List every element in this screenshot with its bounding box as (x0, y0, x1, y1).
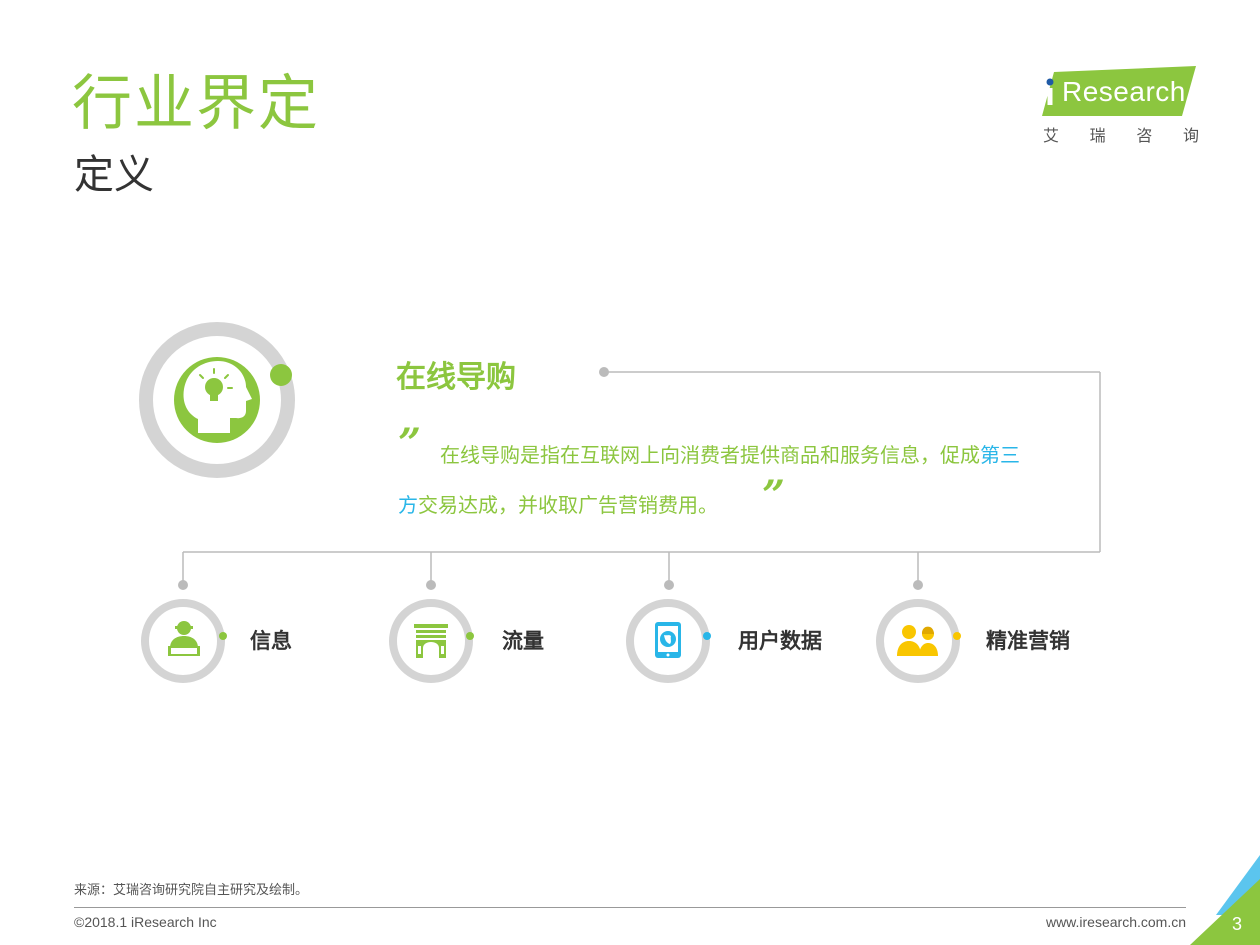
source-note: 来源：艾瑞咨询研究院自主研究及绘制。 (74, 883, 309, 898)
definition-highlight: 第三 (980, 443, 1020, 467)
copyright-text: ©2018.1 iResearch Inc (74, 914, 217, 930)
item-label-info: 信息 (250, 629, 292, 653)
head-lightbulb-icon (139, 322, 295, 478)
definition-text-line-2: 方交易达成，并收取广告营销费用。 (398, 492, 718, 518)
item-label-traffic: 流量 (502, 629, 544, 653)
definition-text: 交易达成，并收取广告营销费用。 (418, 493, 718, 517)
corner-decoration (1190, 855, 1260, 945)
open-quote-mark: ” (398, 420, 422, 467)
arch-gate-icon (389, 599, 474, 683)
close-quote-mark: ” (762, 472, 786, 519)
definition-highlight: 方 (398, 493, 418, 517)
website-link[interactable]: www.iresearch.com.cn (1046, 914, 1186, 930)
item-label-user-data: 用户数据 (738, 629, 822, 653)
person-laptop-icon (141, 599, 227, 683)
page-number: 3 (1231, 914, 1242, 934)
definition-text-line-1: 在线导购是指在互联网上向消费者提供商品和服务信息，促成第三 (440, 442, 1020, 468)
definition-heading: 在线导购 (396, 360, 516, 395)
item-label-precision-marketing: 精准营销 (986, 629, 1070, 653)
definition-text: 在线导购是指在互联网上向消费者提供商品和服务信息，促成 (440, 443, 980, 467)
footer-divider (74, 907, 1186, 908)
tablet-globe-icon (626, 599, 711, 683)
users-icon (876, 599, 961, 683)
